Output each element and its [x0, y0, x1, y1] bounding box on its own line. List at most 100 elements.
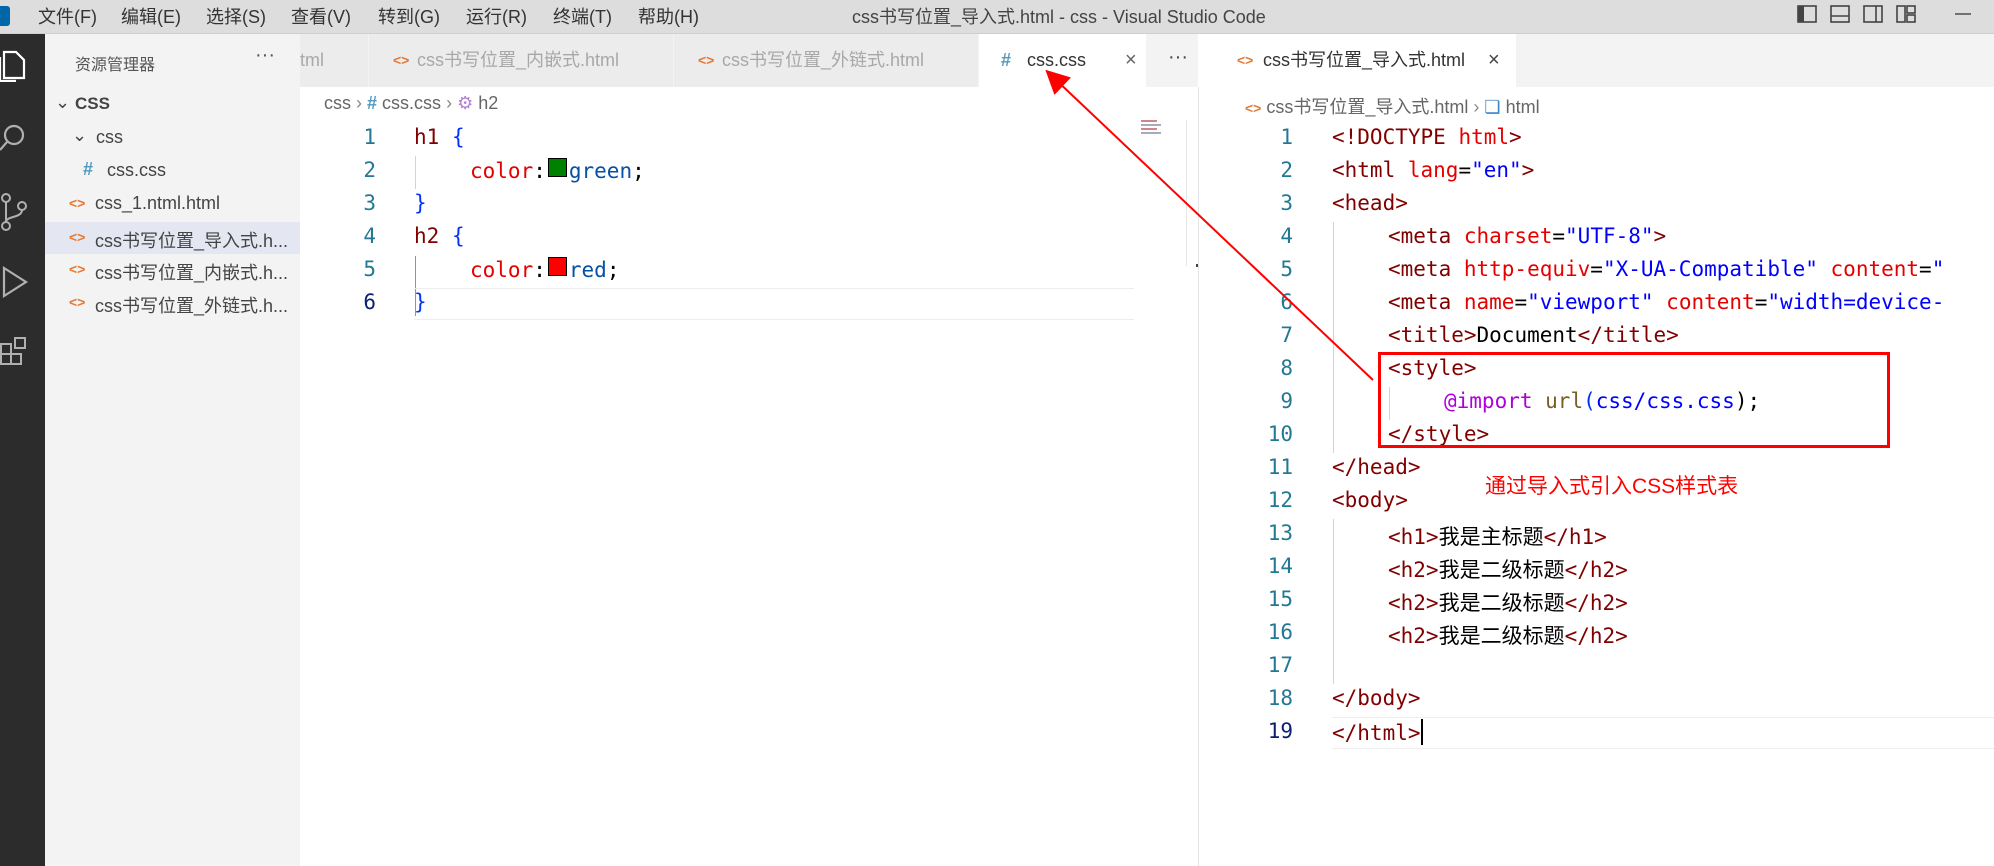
annotation-highlight-box — [1378, 352, 1890, 448]
line-number: 1 — [363, 125, 376, 149]
tab-html-partial[interactable]: tml — [300, 34, 369, 87]
tab-label: tml — [300, 50, 324, 70]
chevron-right-icon: › — [1473, 97, 1485, 117]
line-number: 3 — [363, 191, 376, 215]
line-number: 9 — [1280, 389, 1293, 413]
line-number: 18 — [1267, 686, 1293, 710]
toggle-panel-icon[interactable] — [1829, 2, 1851, 26]
chevron-right-icon: › — [356, 93, 368, 113]
source-control-icon[interactable] — [0, 192, 30, 232]
file-label: css书写位置_内嵌式.h... — [95, 263, 289, 283]
file-label: css_1.ntml.html — [95, 193, 221, 213]
symbol-icon: ⚙ — [457, 93, 474, 113]
run-debug-icon[interactable] — [0, 262, 30, 302]
code-line: <h2>我是二级标题</h2> — [1388, 624, 1628, 648]
file-item[interactable]: <> css书写位置_内嵌式.h... — [45, 257, 300, 283]
explorer-more-button[interactable]: ··· — [255, 44, 275, 67]
menu-edit[interactable]: 编辑(E) — [121, 3, 181, 29]
line-number: 12 — [1267, 488, 1293, 512]
code-line: <title>Document</title> — [1388, 323, 1679, 347]
line-number: 5 — [363, 257, 376, 281]
line-number: 6 — [363, 290, 376, 314]
tab-embedded-html[interactable]: <> css书写位置_内嵌式.html — [369, 34, 674, 87]
css-file-icon: # — [83, 159, 94, 179]
chevron-down-icon: ⌄ — [72, 125, 88, 145]
file-item[interactable]: <> css_1.ntml.html — [45, 191, 300, 217]
code-line: <meta name="viewport" content="width=dev… — [1388, 290, 1945, 314]
code-line: h2 { — [414, 224, 465, 248]
menu-terminal[interactable]: 终端(T) — [553, 3, 612, 29]
html-file-icon: <> — [69, 195, 86, 211]
file-label: css书写位置_外链式.h... — [95, 296, 289, 316]
file-css-css[interactable]: # css.css — [45, 158, 300, 184]
explorer-sidebar: 资源管理器 ··· ⌄ CSS ⌄ css # css.css <> css_1… — [45, 34, 300, 866]
line-number: 19 — [1267, 719, 1293, 743]
line-number: 16 — [1267, 620, 1293, 644]
color-swatch[interactable] — [547, 257, 567, 276]
menu-view[interactable]: 查看(V) — [291, 3, 351, 29]
tab-linked-html[interactable]: <> css书写位置_外链式.html — [674, 34, 979, 87]
line-number: 10 — [1267, 422, 1293, 446]
code-line: <body> — [1332, 488, 1408, 512]
menu-file[interactable]: 文件(F) — [38, 3, 97, 29]
toggle-secondary-sidebar-icon[interactable] — [1862, 2, 1884, 26]
code-line: } — [414, 290, 427, 314]
menu-selection[interactable]: 选择(S) — [206, 3, 266, 29]
html-file-icon: <> — [69, 294, 86, 310]
html-file-icon: <> — [69, 229, 86, 245]
search-icon[interactable] — [0, 122, 30, 156]
menu-help[interactable]: 帮助(H) — [638, 3, 699, 29]
folder-css[interactable]: ⌄ css — [45, 125, 300, 151]
html-file-icon: <> — [69, 261, 86, 277]
folder-root-label: CSS — [75, 94, 110, 113]
indent-guide — [415, 156, 416, 189]
indent-guide — [1333, 519, 1334, 684]
minimize-icon[interactable] — [1952, 2, 1974, 26]
code-line: color: green; — [470, 158, 645, 183]
line-number: 11 — [1267, 455, 1293, 479]
breadcrumb: css › # css.css › ⚙ h2 — [324, 93, 498, 114]
code-line: <h2>我是二级标题</h2> — [1388, 591, 1628, 615]
code-line: </head> — [1332, 455, 1421, 479]
tabs-more-button[interactable]: ··· — [1168, 46, 1188, 69]
tab-label: css书写位置_外链式.html — [722, 50, 925, 70]
folder-css-label: css — [96, 127, 123, 147]
current-line-highlight — [1332, 717, 1994, 749]
text-cursor — [1420, 719, 1423, 745]
customize-layout-icon[interactable] — [1895, 2, 1917, 26]
color-swatch[interactable] — [547, 158, 567, 177]
toggle-primary-sidebar-icon[interactable] — [1796, 2, 1818, 26]
annotation-arrow — [1045, 70, 1374, 381]
code-line: <meta charset="UTF-8"> — [1388, 224, 1667, 248]
line-number: 15 — [1267, 587, 1293, 611]
file-item-selected[interactable]: <> css书写位置_导入式.h... — [45, 222, 300, 254]
line-number: 4 — [363, 224, 376, 248]
line-number: 2 — [363, 158, 376, 182]
file-item[interactable]: <> css书写位置_外链式.h... — [45, 290, 300, 316]
explorer-title: 资源管理器 — [75, 57, 156, 74]
extensions-icon[interactable] — [0, 334, 30, 374]
file-label: css.css — [107, 160, 167, 180]
cube-icon: ❏ — [1484, 97, 1501, 117]
code-line: color: red; — [470, 257, 620, 282]
line-number: 17 — [1267, 653, 1293, 677]
code-line: </html> — [1332, 719, 1423, 745]
breadcrumb-file[interactable]: css.css — [382, 93, 441, 113]
title-bar: 文件(F) 编辑(E) 选择(S) 查看(V) 转到(G) 运行(R) 终端(T… — [0, 0, 1994, 34]
line-number: 13 — [1267, 521, 1293, 545]
menu-go[interactable]: 转到(G) — [378, 3, 440, 29]
activity-bar — [0, 34, 45, 866]
breadcrumb-symbol[interactable]: html — [1506, 97, 1540, 117]
tab-label: css书写位置_内嵌式.html — [417, 50, 620, 70]
folder-root[interactable]: ⌄ CSS — [45, 92, 300, 118]
line-number: 14 — [1267, 554, 1293, 578]
window-title: css书写位置_导入式.html - css - Visual Studio C… — [852, 7, 1266, 27]
chevron-down-icon: ⌄ — [55, 92, 71, 112]
explorer-icon[interactable] — [0, 48, 30, 82]
current-line-highlight — [414, 288, 1134, 320]
breadcrumb-symbol[interactable]: h2 — [478, 93, 498, 113]
close-icon[interactable]: × — [1488, 34, 1500, 87]
code-line: </body> — [1332, 686, 1421, 710]
menu-run[interactable]: 运行(R) — [466, 3, 527, 29]
breadcrumb-folder[interactable]: css — [324, 93, 351, 113]
